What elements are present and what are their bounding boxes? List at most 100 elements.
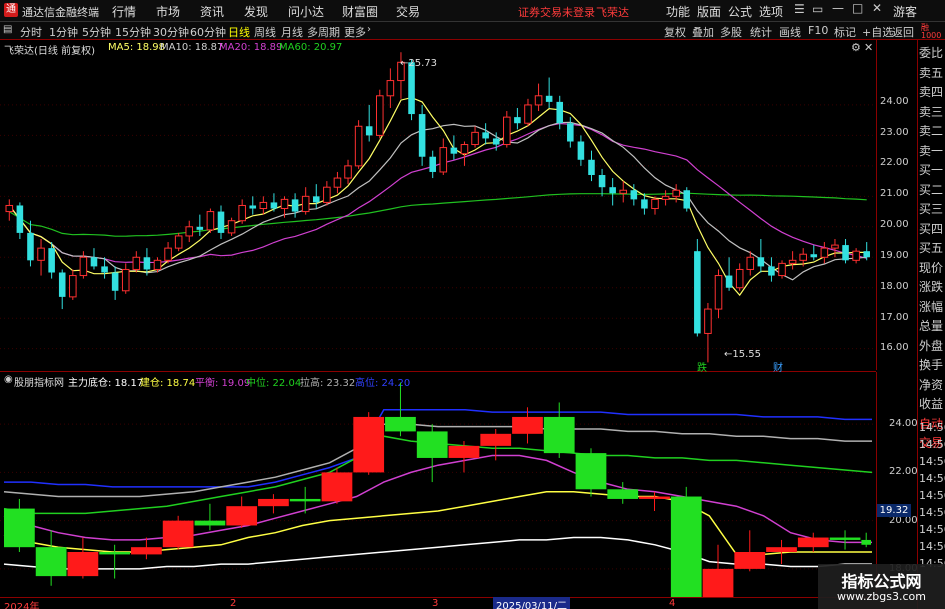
- menu-layout[interactable]: 版面: [697, 3, 721, 20]
- quote-field-3[interactable]: 卖三: [919, 103, 943, 120]
- quote-field-18[interactable]: 收益: [919, 395, 943, 412]
- menu-formula[interactable]: 公式: [728, 3, 752, 20]
- chart-canvas[interactable]: [0, 40, 876, 597]
- tab-timeshare[interactable]: 分时: [20, 24, 42, 40]
- candle-body-up: [831, 244, 839, 249]
- quote-field-2[interactable]: 卖四: [919, 83, 943, 100]
- candle-body-down: [143, 257, 151, 270]
- sub-block-up: [321, 472, 353, 502]
- quote-field-4[interactable]: 卖二: [919, 122, 943, 139]
- candle-body-up: [714, 275, 723, 310]
- menu-market[interactable]: 市场: [156, 3, 180, 20]
- sub-block-down: [385, 416, 416, 432]
- btn-mark[interactable]: 标记: [834, 24, 856, 40]
- sub-block-up: [448, 445, 480, 458]
- quote-field-11[interactable]: 现价: [919, 259, 943, 276]
- btn-multistock[interactable]: 多股: [720, 24, 742, 40]
- btn-overlay[interactable]: 叠加: [692, 24, 714, 40]
- candle-body-down: [16, 205, 24, 233]
- btn-draw[interactable]: 画线: [779, 24, 801, 40]
- candle-body-down: [365, 126, 373, 136]
- candle-body-up: [672, 189, 680, 197]
- app-logo-icon: 通: [4, 3, 18, 17]
- candle-body-up: [69, 275, 77, 298]
- quote-field-13[interactable]: 涨幅: [919, 298, 943, 315]
- sub-block-down: [607, 489, 639, 499]
- y-tick-main: 23.00: [880, 126, 909, 138]
- quote-field-9[interactable]: 买四: [919, 220, 943, 237]
- candle-body-up: [280, 198, 289, 210]
- btn-back[interactable]: 返回: [892, 24, 914, 40]
- btn-adjust[interactable]: 复权: [664, 24, 686, 40]
- tab-15min[interactable]: 15分钟: [115, 24, 151, 40]
- quote-field-10[interactable]: 买五: [919, 239, 943, 256]
- x-label-mar: 3: [432, 598, 439, 609]
- menu-grid-icon[interactable]: ☰: [794, 2, 805, 16]
- candle-body-up: [386, 80, 395, 97]
- tab-daily[interactable]: 日线: [228, 24, 250, 40]
- quote-field-15[interactable]: 外盘: [919, 337, 943, 354]
- tab-weekly[interactable]: 周线: [254, 24, 276, 40]
- event-mark-finance[interactable]: 财: [773, 359, 783, 374]
- candle-body-up: [174, 235, 183, 249]
- tab-1min[interactable]: 1分钟: [49, 24, 78, 40]
- candle-body-up: [820, 247, 829, 258]
- quote-field-0[interactable]: 委比: [919, 44, 943, 61]
- menu-trade[interactable]: 交易: [396, 3, 420, 20]
- menu-options[interactable]: 选项: [759, 3, 783, 20]
- sub-block-down: [194, 520, 226, 526]
- menu-function[interactable]: 功能: [666, 3, 690, 20]
- login-status[interactable]: 证券交易未登录: [518, 4, 595, 20]
- quote-field-14[interactable]: 总量: [919, 317, 943, 334]
- candle-body-down: [683, 190, 691, 209]
- tab-more[interactable]: 更多: [344, 24, 366, 40]
- quote-field-16[interactable]: 换手: [919, 356, 943, 373]
- x-label-feb: 2: [230, 598, 237, 609]
- candle-body-down: [630, 190, 638, 200]
- menu-ask[interactable]: 问小达: [288, 3, 324, 20]
- candle-body-down: [577, 141, 585, 160]
- btn-add-favorite[interactable]: +自选: [862, 24, 893, 40]
- chevron-right-icon[interactable]: ›: [367, 24, 371, 35]
- btn-f10[interactable]: F10: [808, 24, 828, 37]
- tab-5min[interactable]: 5分钟: [82, 24, 111, 40]
- candle-body-down: [418, 114, 426, 157]
- minimize-window-icon[interactable]: —: [832, 1, 844, 15]
- menu-news[interactable]: 资讯: [200, 3, 224, 20]
- sub-block-down: [543, 416, 575, 454]
- tab-monthly[interactable]: 月线: [281, 24, 303, 40]
- candle-body-up: [227, 220, 236, 234]
- guest-label[interactable]: 游客: [893, 3, 917, 20]
- quote-field-7[interactable]: 买二: [919, 181, 943, 198]
- close-window-icon[interactable]: ✕: [872, 1, 882, 15]
- event-mark-drop[interactable]: 跌: [697, 359, 707, 374]
- menu-wealth[interactable]: 财富圈: [342, 3, 378, 20]
- low-price-label: ←15.55: [724, 349, 762, 360]
- quote-field-1[interactable]: 卖五: [919, 64, 943, 81]
- tab-60min[interactable]: 60分钟: [190, 24, 226, 40]
- y-tick-main: 19.00: [880, 249, 909, 261]
- tab-30min[interactable]: 30分钟: [153, 24, 189, 40]
- minimize-icon[interactable]: ▭: [812, 2, 823, 16]
- candle-body-down: [598, 175, 606, 188]
- quote-field-8[interactable]: 买三: [919, 200, 943, 217]
- quote-field-6[interactable]: 买一: [919, 161, 943, 178]
- quote-field-17[interactable]: 净资: [919, 376, 943, 393]
- candle-body-up: [661, 195, 670, 200]
- y-tick-main: 24.00: [880, 95, 909, 107]
- maximize-icon[interactable]: □: [852, 1, 863, 15]
- ma60-line: [8, 192, 867, 237]
- watermark: 指标公式网 www.zbgs3.com: [818, 564, 945, 609]
- btn-stats[interactable]: 统计: [750, 24, 772, 40]
- quote-field-12[interactable]: 涨跌: [919, 278, 943, 295]
- menu-quotes[interactable]: 行情: [112, 3, 136, 20]
- menu-discover[interactable]: 发现: [244, 3, 268, 20]
- tick-time: 14:56: [919, 523, 945, 536]
- candle-body-down: [48, 248, 55, 273]
- tick-time: 14:56: [919, 421, 945, 434]
- candle-body-down: [810, 254, 818, 258]
- layout-icon[interactable]: ▤: [3, 24, 12, 35]
- tab-multiperiod[interactable]: 多周期: [307, 24, 340, 40]
- candle-body-up: [799, 253, 807, 261]
- quote-field-5[interactable]: 卖一: [919, 142, 943, 159]
